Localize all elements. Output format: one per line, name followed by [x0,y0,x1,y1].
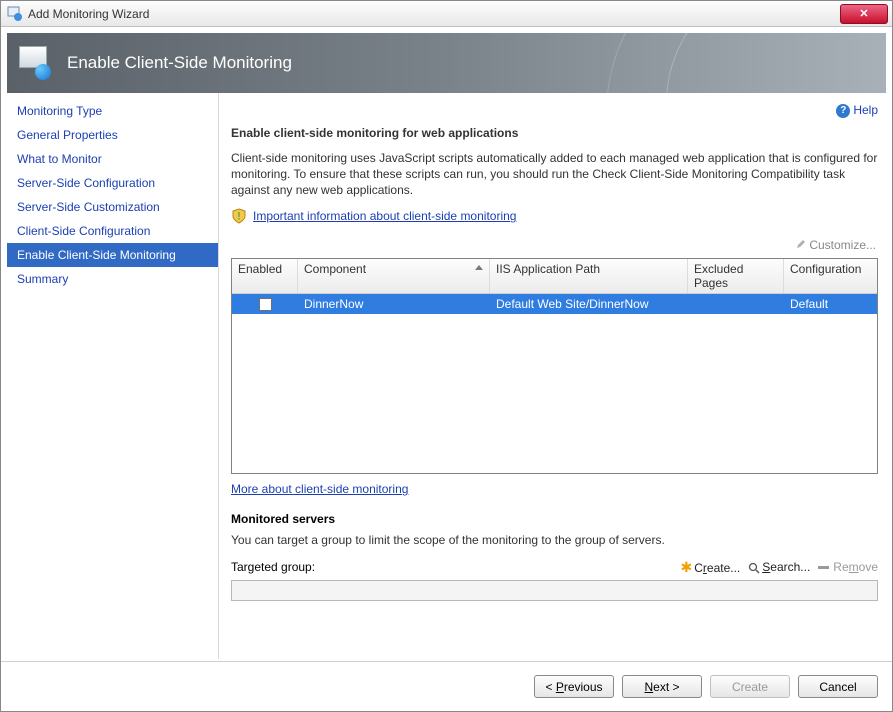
col-enabled[interactable]: Enabled [232,259,298,293]
close-icon: ✕ [859,7,868,20]
row-iis-path: Default Web Site/DinnerNow [490,295,688,313]
banner-title: Enable Client-Side Monitoring [67,53,292,73]
col-iis-path[interactable]: IIS Application Path [490,259,688,293]
close-button[interactable]: ✕ [840,4,888,24]
sort-asc-icon [475,265,483,270]
shield-warn-icon [231,208,247,224]
nav-summary[interactable]: Summary [7,267,218,291]
create-group-button[interactable]: ✱Create... [680,559,740,576]
monitored-servers-heading: Monitored servers [231,512,878,526]
help-icon: ? [836,104,850,118]
pencil-icon [796,239,806,249]
previous-button[interactable]: < Previous [534,675,614,698]
components-table: Enabled Component IIS Application Path E… [231,258,878,474]
section-description: Client-side monitoring uses JavaScript s… [231,150,878,199]
nav-general-properties[interactable]: General Properties [7,123,218,147]
titlebar: Add Monitoring Wizard ✕ [1,1,892,27]
row-enabled-checkbox[interactable] [259,298,272,311]
nav-monitoring-type[interactable]: Monitoring Type [7,99,218,123]
targeted-group-input[interactable] [231,580,878,601]
table-row[interactable]: DinnerNow Default Web Site/DinnerNow Def… [232,294,877,314]
nav-server-side-customization[interactable]: Server-Side Customization [7,195,218,219]
wizard-footer: < Previous Next > Create Cancel [1,661,892,711]
search-group-button[interactable]: Search... [748,560,810,574]
section-heading: Enable client-side monitoring for web ap… [231,126,878,140]
nav-server-side-configuration[interactable]: Server-Side Configuration [7,171,218,195]
nav-client-side-configuration[interactable]: Client-Side Configuration [7,219,218,243]
important-info-link[interactable]: Important information about client-side … [253,209,516,223]
row-component: DinnerNow [298,295,490,313]
col-excluded-pages[interactable]: Excluded Pages [688,259,784,293]
remove-group-button: Remove [818,560,878,574]
wizard-nav: Monitoring Type General Properties What … [7,93,219,659]
help-link[interactable]: Help [853,103,878,117]
app-icon [7,6,23,22]
col-component[interactable]: Component [298,259,490,293]
table-header: Enabled Component IIS Application Path E… [232,259,877,294]
row-config: Default [784,295,877,313]
magnifier-icon [748,562,760,574]
col-configuration[interactable]: Configuration [784,259,877,293]
wizard-banner: Enable Client-Side Monitoring [7,33,886,93]
customize-link[interactable]: Customize... [809,238,876,252]
next-button[interactable]: Next > [622,675,702,698]
cancel-button[interactable]: Cancel [798,675,878,698]
wizard-main: ?Help Enable client-side monitoring for … [219,93,892,659]
targeted-group-label: Targeted group: [231,560,315,574]
minus-icon [818,566,829,569]
monitored-servers-desc: You can target a group to limit the scop… [231,532,878,548]
window-title: Add Monitoring Wizard [28,7,840,21]
star-icon: ✱ [680,559,692,575]
nav-what-to-monitor[interactable]: What to Monitor [7,147,218,171]
create-button: Create [710,675,790,698]
row-excluded [688,302,784,306]
nav-enable-client-side-monitoring[interactable]: Enable Client-Side Monitoring [7,243,218,267]
banner-icon [19,46,53,80]
more-about-link[interactable]: More about client-side monitoring [231,482,408,496]
